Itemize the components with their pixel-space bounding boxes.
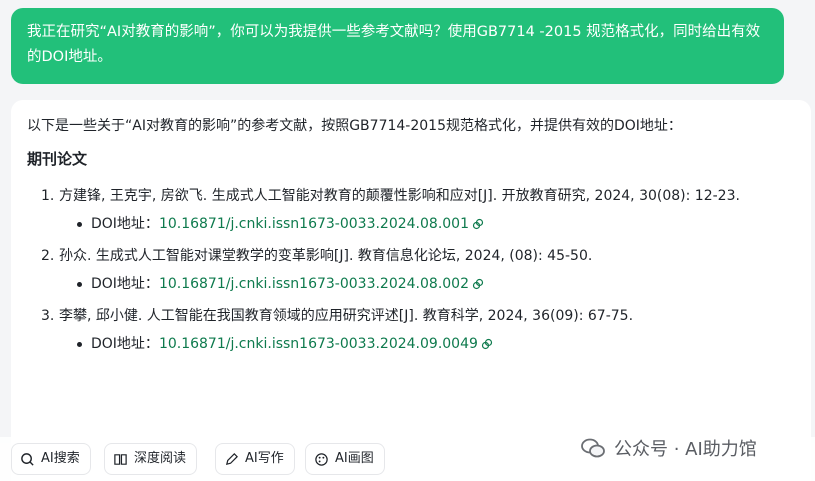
ai-draw-label: AI画图 — [335, 451, 374, 466]
reference-text: 孙众. 生成式人工智能对课堂教学的变革影响[J]. 教育信息化论坛, 2024,… — [59, 248, 593, 264]
watermark-text: 公众号 · AI助力馆 — [614, 439, 757, 460]
reference-text: 方建锋, 王克宇, 房欲飞. 生成式人工智能对教育的颠覆性影响和应对[J]. 开… — [59, 188, 740, 204]
reference-number: 3. — [41, 308, 55, 324]
palette-icon — [315, 452, 328, 466]
ai-draw-button[interactable]: AI画图 — [305, 443, 385, 475]
ai-search-label: AI搜索 — [41, 451, 80, 466]
external-link-icon[interactable] — [481, 338, 493, 350]
doi-row: DOI地址：10.16871/j.cnki.issn1673-0033.2024… — [77, 332, 795, 356]
doi-link[interactable]: 10.16871/j.cnki.issn1673-0033.2024.08.00… — [159, 276, 469, 292]
doi-row: DOI地址：10.16871/j.cnki.issn1673-0033.2024… — [77, 272, 795, 296]
user-message-bubble: 我正在研究“AI对教育的影响”，你可以为我提供一些参考文献吗？使用GB7714 … — [11, 8, 784, 84]
deep-read-label: 深度阅读 — [134, 451, 187, 466]
external-link-icon[interactable] — [472, 278, 484, 290]
reference-item-3: 3. 李攀, 邱小健. 人工智能在我国教育领域的应用研究评述[J]. 教育科学,… — [41, 304, 795, 356]
doi-link[interactable]: 10.16871/j.cnki.issn1673-0033.2024.08.00… — [159, 216, 469, 232]
answer-intro: 以下是一些关于“AI对教育的影响”的参考文献，按照GB7714-2015规范格式… — [27, 118, 682, 134]
reference-item-2: 2. 孙众. 生成式人工智能对课堂教学的变革影响[J]. 教育信息化论坛, 20… — [41, 244, 795, 296]
ai-write-button[interactable]: AI写作 — [215, 443, 295, 475]
doi-prefix: DOI地址： — [91, 336, 159, 352]
reference-list: 1. 方建锋, 王克宇, 房欲飞. 生成式人工智能对教育的颠覆性影响和应对[J]… — [27, 184, 795, 356]
reference-number: 2. — [41, 248, 55, 264]
doi-link[interactable]: 10.16871/j.cnki.issn1673-0033.2024.09.00… — [159, 336, 478, 352]
doi-row: DOI地址：10.16871/j.cnki.issn1673-0033.2024… — [77, 212, 795, 236]
search-icon — [21, 452, 34, 466]
wechat-logo-icon — [581, 438, 605, 458]
wechat-watermark: 公众号 · AI助力馆 — [580, 432, 757, 464]
doi-prefix: DOI地址： — [91, 216, 159, 232]
book-icon — [114, 453, 127, 465]
ai-search-button[interactable]: AI搜索 — [11, 443, 91, 475]
reference-number: 1. — [41, 188, 55, 204]
pen-icon — [225, 452, 238, 465]
doi-prefix: DOI地址： — [91, 276, 159, 292]
reference-text: 李攀, 邱小健. 人工智能在我国教育领域的应用研究评述[J]. 教育科学, 20… — [59, 308, 634, 324]
reference-item-1: 1. 方建锋, 王克宇, 房欲飞. 生成式人工智能对教育的颠覆性影响和应对[J]… — [41, 184, 795, 236]
assistant-answer-card: 以下是一些关于“AI对教育的影响”的参考文献，按照GB7714-2015规范格式… — [11, 100, 811, 481]
user-message-text: 我正在研究“AI对教育的影响”，你可以为我提供一些参考文献吗？使用GB7714 … — [27, 24, 761, 65]
section-title: 期刊论文 — [27, 150, 88, 168]
ai-write-label: AI写作 — [245, 451, 284, 466]
external-link-icon[interactable] — [472, 218, 484, 230]
deep-read-button[interactable]: 深度阅读 — [104, 443, 198, 475]
